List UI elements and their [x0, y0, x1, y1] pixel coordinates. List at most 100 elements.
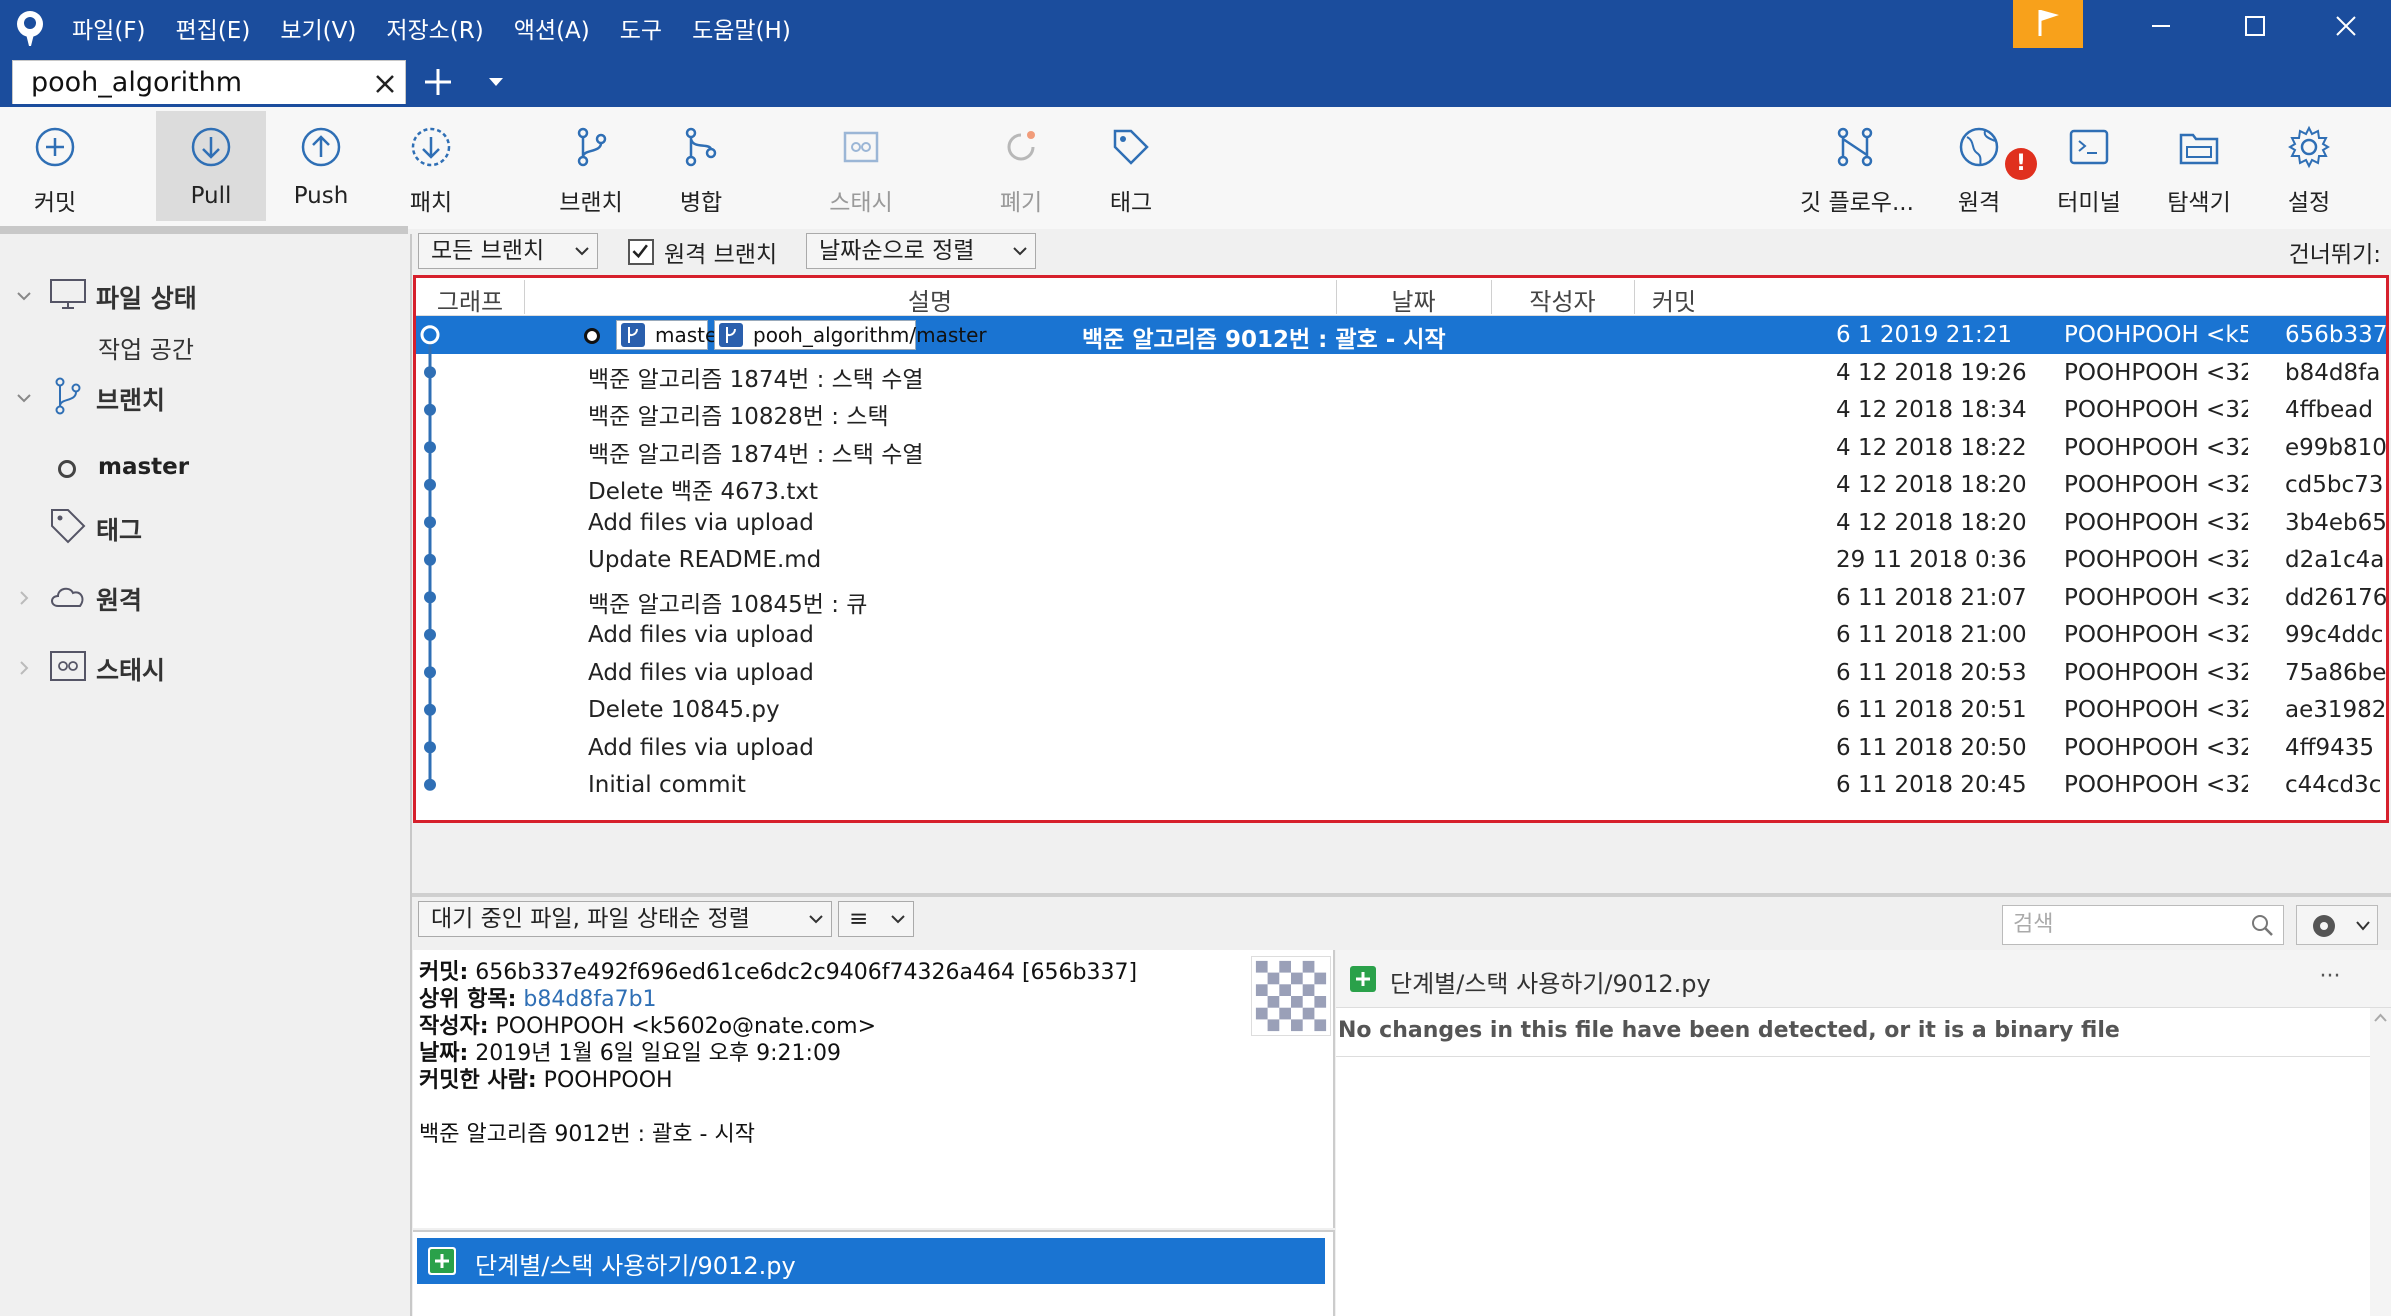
commit-button[interactable]: 커밋: [0, 111, 110, 221]
maximize-button[interactable]: [2210, 0, 2300, 52]
new-tab-button[interactable]: [420, 64, 456, 100]
commit-date: 6 11 2018 20:50: [1836, 734, 2027, 761]
minimize-icon: [2152, 25, 2170, 27]
menu-view[interactable]: 보기(V): [280, 11, 356, 45]
commit-hash: 4ffbead: [2285, 397, 2373, 423]
terminal-icon: [2069, 129, 2109, 165]
column-date[interactable]: 날짜: [1336, 282, 1491, 317]
menu-repository[interactable]: 저장소(R): [386, 11, 483, 45]
sort-order-dropdown[interactable]: 날짜순으로 정렬: [806, 233, 1036, 269]
sidebar-item-remotes[interactable]: 원격: [0, 574, 410, 618]
commit-row[interactable]: Delete 백준 4673.txt 4 12 2018 18:20 POOHPOO…: [416, 466, 2386, 505]
settings-button[interactable]: 설정: [2254, 111, 2364, 221]
flag-button[interactable]: [2013, 0, 2083, 48]
sidebar-label-stashes: 스태시: [96, 656, 166, 685]
chevron-down-icon[interactable]: [14, 286, 34, 306]
push-label: Push: [293, 183, 349, 209]
terminal-button[interactable]: 터미널: [2034, 111, 2144, 221]
commit-row[interactable]: 백준 알고리즘 10845번 : 큐 6 11 2018 21:07 POOHPOO…: [416, 579, 2386, 618]
commit-row[interactable]: 백준 알고리즘 1874번 : 스택 수열 4 12 2018 19:26 POOH…: [416, 354, 2386, 393]
chevron-right-icon[interactable]: [14, 588, 34, 608]
commit-row[interactable]: Add files via upload 6 11 2018 21:00 POOHP…: [416, 616, 2386, 654]
branch-label-tag[interactable]: master: [616, 320, 726, 350]
menu-actions[interactable]: 액션(A): [514, 11, 590, 45]
commit-icon: [35, 127, 75, 167]
push-button[interactable]: Push: [266, 111, 376, 221]
remote-branches-checkbox[interactable]: [628, 239, 654, 265]
commit-row[interactable]: Add files via upload 4 12 2018 18:20 POOHP…: [416, 504, 2386, 542]
tag-button[interactable]: 태그: [1076, 111, 1186, 221]
column-description[interactable]: 설명: [524, 282, 1336, 317]
minimize-button[interactable]: [2115, 0, 2205, 52]
commit-row[interactable]: Update README.md 29 11 2018 0:36 POOHPOOH …: [416, 541, 2386, 579]
stash-label: 스태시: [829, 190, 893, 216]
commit-row[interactable]: Add files via upload 6 11 2018 20:53 POOHP…: [416, 654, 2386, 692]
tab-repository[interactable]: pooh_algorithm: [12, 60, 406, 106]
commit-date: 6 11 2018 20:51: [1836, 697, 2027, 723]
graph-node: [424, 591, 436, 604]
merge-button[interactable]: 병합: [646, 111, 756, 221]
current-branch-icon: [58, 460, 76, 478]
commit-author: POOHPOOH <32670000>: [2064, 659, 2248, 686]
tag-label: 태그: [1109, 190, 1153, 216]
commit-date: 6 11 2018 21:00: [1836, 622, 2027, 648]
commit-label: 커밋: [33, 190, 77, 216]
commit-row[interactable]: 백준 알고리즘 10828번 : 스택 4 12 2018 18:34 POOHPO…: [416, 391, 2386, 430]
push-icon: [301, 127, 341, 167]
commit-description: 백준 알고리즘 10828번 : 스택: [588, 404, 889, 430]
fetch-button[interactable]: 패치: [376, 111, 486, 221]
staged-files-sort-dropdown[interactable]: 대기 중인 파일, 파일 상태순 정렬: [418, 901, 832, 937]
file-settings-dropdown[interactable]: [2296, 905, 2378, 945]
commit-row[interactable]: Initial commit 6 11 2018 20:45 POOHPOOH <3…: [416, 766, 2386, 804]
stash-button[interactable]: 스태시: [806, 111, 916, 221]
tab-list-dropdown[interactable]: [484, 70, 508, 94]
commit-hash: 4ff9435: [2285, 734, 2375, 761]
commit-row[interactable]: 백준 알고리즘 9012번 : 괄호 - 시작 6 1 2019 21:21 POO…: [416, 316, 2386, 354]
search-input[interactable]: 검색: [2002, 905, 2284, 945]
sidebar-item-tags[interactable]: 태그: [0, 504, 410, 548]
flag-icon: [2038, 10, 2059, 36]
menu-file[interactable]: 파일(F): [72, 11, 146, 45]
branch-filter-dropdown[interactable]: 모든 브랜치: [418, 233, 598, 269]
explorer-label: 탐색기: [2167, 190, 2231, 216]
file-list-item[interactable]: 단계별/스택 사용하기/9012.py: [417, 1238, 1325, 1284]
sidebar-item-branches[interactable]: 브랜치: [0, 374, 410, 418]
branch-button[interactable]: 브랜치: [536, 111, 646, 221]
list-view-dropdown[interactable]: ≡: [838, 901, 914, 937]
sidebar-splitter[interactable]: [410, 234, 412, 1316]
chevron-down-icon: [1013, 247, 1027, 256]
sidebar-item-workspace[interactable]: 작업 공간: [98, 330, 194, 365]
commit-row[interactable]: Delete 10845.py 6 11 2018 20:51 POOHPOOH <…: [416, 691, 2386, 729]
divider: [1336, 1056, 2391, 1057]
scrollbar[interactable]: [2370, 1008, 2391, 1316]
branch-label-tag[interactable]: pooh_algorithm/master: [714, 320, 987, 350]
chevron-down-icon[interactable]: [14, 388, 34, 408]
git-flow-button[interactable]: 깃 플로우...: [1800, 111, 1914, 221]
sidebar-item-master[interactable]: master: [98, 454, 189, 480]
column-graph[interactable]: 그래프: [416, 282, 524, 317]
diff-view: 단계별/스택 사용하기/9012.py ··· No changes in th…: [1336, 950, 2391, 1316]
more-options-button[interactable]: ···: [2310, 964, 2350, 994]
menu-edit[interactable]: 편집(E): [176, 11, 251, 45]
globe-icon: [1959, 127, 1999, 167]
tab-close-button[interactable]: [370, 69, 400, 99]
search-icon[interactable]: [2249, 912, 2275, 938]
column-commit[interactable]: 커밋: [1634, 282, 1714, 317]
commit-row[interactable]: 백준 알고리즘 1874번 : 스택 수열 4 12 2018 18:22 POOH…: [416, 429, 2387, 468]
pull-button[interactable]: Pull: [156, 111, 266, 221]
explorer-button[interactable]: 탐색기: [2144, 111, 2254, 221]
commit-author: POOHPOOH <32670000>: [2064, 547, 2248, 573]
commit-hash: e99b810: [2285, 434, 2387, 461]
stash-icon: [50, 651, 86, 681]
sidebar-item-file-status[interactable]: 파일 상태: [0, 272, 410, 316]
column-author[interactable]: 작성자: [1491, 282, 1634, 317]
discard-button[interactable]: 폐기: [966, 111, 1076, 221]
graph-node: [424, 741, 436, 754]
commit-row[interactable]: Add files via upload 6 11 2018 20:50 POOHP…: [416, 729, 2386, 767]
menu-help[interactable]: 도움말(H): [692, 11, 791, 45]
close-window-button[interactable]: [2301, 0, 2391, 52]
sidebar-item-stashes[interactable]: 스태시: [0, 644, 410, 688]
menu-tools[interactable]: 도구: [620, 11, 662, 45]
chevron-right-icon[interactable]: [14, 658, 34, 678]
chevron-up-icon[interactable]: [2370, 1008, 2391, 1028]
